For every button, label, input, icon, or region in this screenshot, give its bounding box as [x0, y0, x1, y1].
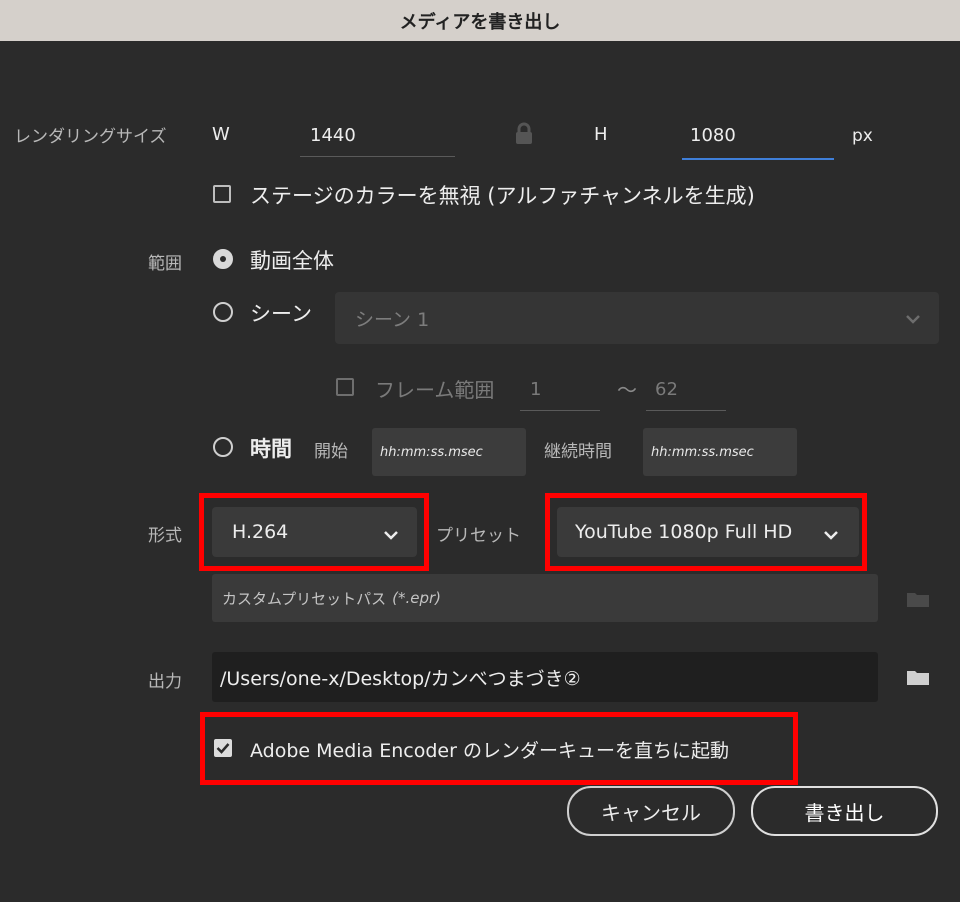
frame-range-checkbox[interactable] [336, 378, 354, 396]
range-all-label: 動画全体 [250, 249, 334, 273]
format-label: 形式 [148, 526, 182, 546]
output-label: 出力 [148, 672, 182, 692]
frame-to-input[interactable]: 62 [646, 370, 726, 411]
folder-icon[interactable] [906, 668, 930, 690]
duration-label: 継続時間 [544, 442, 612, 462]
frame-to-value: 62 [655, 379, 678, 400]
chevron-down-icon [823, 526, 839, 545]
duration-placeholder: hh:mm:ss.msec [651, 444, 754, 460]
window-title: メディアを書き出し [0, 0, 960, 41]
ignore-stage-color-label: ステージのカラーを無視 (アルファチャンネルを生成) [250, 184, 755, 208]
folder-icon[interactable] [906, 590, 930, 612]
start-label: 開始 [314, 442, 348, 462]
format-select[interactable]: H.264 [212, 507, 417, 557]
preset-select-value: YouTube 1080p Full HD [575, 521, 793, 543]
start-time-input[interactable]: hh:mm:ss.msec [372, 428, 526, 476]
size-unit: px [852, 126, 873, 146]
ignore-stage-color-checkbox[interactable] [213, 185, 231, 203]
custom-preset-path-input[interactable]: カスタムプリセットパス (*.epr) [212, 574, 878, 622]
frame-from-input[interactable]: 1 [520, 370, 600, 411]
range-all-radio[interactable] [213, 249, 233, 269]
chevron-down-icon [383, 526, 399, 545]
chevron-down-icon [905, 310, 921, 329]
duration-input[interactable]: hh:mm:ss.msec [643, 428, 797, 476]
lock-aspect-icon[interactable] [513, 122, 535, 150]
output-path-value: /Users/one-x/Desktop/カンべつまづき② [220, 667, 581, 690]
render-size-label: レンダリングサイズ [14, 127, 167, 147]
preset-label: プリセット [436, 526, 521, 546]
range-scene-label: シーン [250, 302, 312, 326]
height-value: 1080 [690, 125, 736, 146]
range-scene-radio[interactable] [213, 302, 233, 322]
export-button[interactable]: 書き出し [751, 786, 938, 836]
start-time-placeholder: hh:mm:ss.msec [380, 444, 483, 460]
height-label: H [594, 124, 608, 145]
range-time-radio[interactable] [213, 437, 233, 457]
frame-range-label: フレーム範囲 [375, 378, 495, 402]
output-path-input[interactable]: /Users/one-x/Desktop/カンべつまづき② [212, 652, 878, 702]
width-input[interactable]: 1440 [300, 118, 455, 157]
range-label: 範囲 [148, 254, 182, 274]
width-label: W [212, 124, 230, 145]
ame-checkbox[interactable] [214, 739, 232, 757]
cancel-button[interactable]: キャンセル [567, 786, 735, 836]
ame-label: Adobe Media Encoder のレンダーキューを直ちに起動 [250, 740, 729, 762]
custom-preset-ext: (*.epr) [392, 589, 441, 607]
custom-preset-placeholder: カスタムプリセットパス [222, 589, 387, 608]
frame-from-value: 1 [530, 379, 542, 400]
format-select-value: H.264 [232, 521, 289, 543]
preset-select[interactable]: YouTube 1080p Full HD [557, 507, 859, 557]
height-input[interactable]: 1080 [682, 118, 834, 160]
width-value: 1440 [310, 125, 356, 146]
frame-range-separator: 〜 [617, 378, 637, 402]
range-time-label: 時間 [250, 437, 292, 461]
checkmark-icon [216, 743, 230, 754]
scene-select[interactable]: シーン 1 [335, 292, 939, 344]
scene-select-value: シーン 1 [355, 308, 430, 331]
